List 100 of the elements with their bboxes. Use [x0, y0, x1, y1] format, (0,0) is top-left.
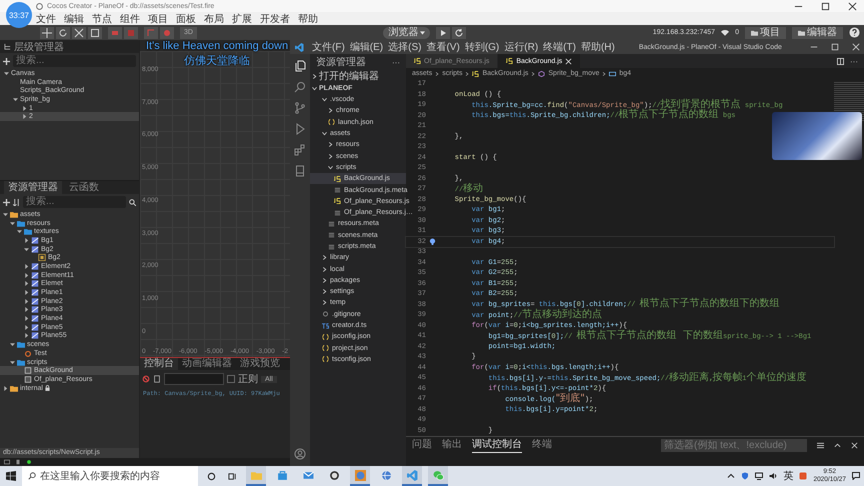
collapsed-arrow-icon[interactable]: [24, 324, 29, 330]
menu-item[interactable]: 组件: [120, 12, 140, 26]
source-control-icon[interactable]: [294, 102, 306, 114]
extensions-icon[interactable]: [294, 144, 306, 156]
close-icon[interactable]: [848, 2, 857, 10]
notification-icon[interactable]: [852, 472, 860, 480]
menu-item[interactable]: 布局: [204, 12, 224, 26]
play-icon[interactable]: [436, 26, 450, 38]
taskbar-search-box[interactable]: 在这里输入你要搜索的内容: [22, 466, 198, 486]
collapsed-arrow-icon[interactable]: [24, 298, 29, 304]
menu-item[interactable]: 编辑(E): [350, 40, 384, 54]
trash-icon[interactable]: [15, 459, 21, 465]
collapsed-arrow-icon[interactable]: [24, 238, 29, 243]
help-icon[interactable]: [849, 27, 860, 38]
menu-item[interactable]: 帮助: [298, 12, 318, 26]
collapsed-arrow-icon[interactable]: [24, 272, 29, 278]
collapsed-arrow-icon[interactable]: [24, 290, 29, 296]
list-icon[interactable]: [817, 442, 824, 448]
circle-tile-icon[interactable]: [354, 470, 366, 480]
rect-tool-icon[interactable]: [88, 26, 102, 38]
panel-tab[interactable]: 动画编辑器: [178, 358, 236, 370]
search-icon[interactable]: [129, 198, 136, 206]
filter-field[interactable]: 筛选器(例如 text、!exclude): [661, 438, 807, 452]
book-icon[interactable]: [294, 165, 306, 177]
clock-icon[interactable]: [328, 470, 340, 480]
panel-tab[interactable]: 输出: [442, 438, 462, 452]
scale-tool-icon[interactable]: [72, 26, 86, 38]
sort-icon[interactable]: [13, 198, 20, 206]
task-view-icon[interactable]: [228, 472, 237, 480]
filter-field[interactable]: [164, 373, 224, 385]
expanded-arrow-icon[interactable]: [10, 342, 15, 348]
menu-item[interactable]: 帮助(H): [580, 40, 615, 54]
menu-item[interactable]: 文件: [36, 12, 56, 26]
collapsed-arrow-icon[interactable]: [22, 106, 27, 111]
menu-item[interactable]: 查看(V): [426, 40, 460, 54]
app-tray-icon[interactable]: [799, 472, 808, 480]
collapsed-arrow-icon[interactable]: [24, 333, 29, 338]
open-folder-button[interactable]: 项目: [745, 26, 786, 38]
shield-icon[interactable]: [741, 472, 750, 480]
menu-item[interactable]: 面板: [176, 12, 196, 26]
collapsed-arrow-icon[interactable]: [3, 386, 8, 391]
menu-item[interactable]: 扩展: [232, 12, 252, 26]
expanded-arrow-icon[interactable]: [17, 229, 22, 234]
panel-tab[interactable]: 控制台: [140, 358, 178, 370]
speaker-icon[interactable]: [769, 472, 778, 480]
clear-icon[interactable]: [142, 375, 150, 383]
panel-tab[interactable]: 调试控制台: [472, 438, 522, 452]
layout-icon[interactable]: [4, 459, 10, 465]
document-icon[interactable]: [153, 375, 161, 383]
platform-dropdown[interactable]: 浏览器: [383, 26, 430, 38]
menu-item[interactable]: 选择(S): [388, 40, 422, 54]
files-icon[interactable]: [294, 60, 306, 72]
expanded-arrow-icon[interactable]: [24, 246, 29, 252]
regex-checkbox[interactable]: [227, 375, 235, 383]
open-folder-button[interactable]: 编辑器: [792, 26, 843, 38]
network-icon[interactable]: [755, 472, 764, 480]
expanded-arrow-icon[interactable]: [3, 212, 8, 217]
menu-item[interactable]: 终端(T): [543, 40, 576, 54]
expanded-arrow-icon[interactable]: [4, 70, 9, 76]
chevron-up-icon[interactable]: [727, 472, 736, 480]
envelope-icon[interactable]: [302, 470, 314, 480]
collapsed-arrow-icon[interactable]: [24, 281, 29, 286]
rotate-tool-icon[interactable]: [56, 26, 70, 38]
add-icon[interactable]: [3, 58, 10, 64]
expanded-arrow-icon[interactable]: [10, 220, 15, 226]
panel-tab[interactable]: 问题: [412, 438, 432, 452]
menu-item[interactable]: 开发者: [260, 12, 290, 26]
panel-tab[interactable]: 终端: [532, 438, 552, 452]
menu-item[interactable]: 项目: [148, 12, 168, 26]
expanded-arrow-icon[interactable]: [13, 96, 18, 102]
menu-item[interactable]: 节点: [92, 12, 112, 26]
collapsed-arrow-icon[interactable]: [24, 316, 29, 322]
section-header[interactable]: 打开的编辑器: [319, 69, 379, 83]
refresh-icon[interactable]: [452, 26, 466, 38]
globe-icon[interactable]: [380, 470, 392, 480]
input-method-indicator[interactable]: 英: [783, 469, 794, 483]
menu-item[interactable]: 编辑: [64, 12, 84, 26]
taskbar-search-field[interactable]: 在这里输入你要搜索的内容: [40, 469, 190, 483]
search-field[interactable]: 搜索...: [13, 55, 136, 67]
collapsed-arrow-icon[interactable]: [24, 264, 29, 269]
panel-tab[interactable]: 云函数: [65, 181, 103, 194]
more-actions-button[interactable]: ···: [392, 58, 400, 66]
search-field[interactable]: 搜索...: [23, 196, 126, 208]
account-icon[interactable]: [294, 448, 306, 460]
menu-item[interactable]: 转到(G): [464, 40, 500, 54]
cortana-icon[interactable]: [207, 472, 216, 480]
shopping-bag-icon[interactable]: [276, 470, 288, 480]
run-debug-icon[interactable]: [294, 123, 306, 135]
menu-item[interactable]: 文件(F): [312, 40, 345, 54]
panel-tab[interactable]: 资源管理器: [4, 181, 62, 194]
expanded-arrow-icon[interactable]: [10, 360, 15, 365]
split-editor-icon[interactable]: [837, 58, 844, 64]
windows-start-icon[interactable]: [6, 471, 16, 481]
move-tool-icon[interactable]: [40, 26, 54, 38]
collapsed-arrow-icon[interactable]: [24, 307, 29, 312]
add-icon[interactable]: [3, 198, 10, 206]
chevron-up-icon[interactable]: [834, 442, 841, 448]
more-actions-button[interactable]: ···: [850, 56, 858, 66]
menu-item[interactable]: 运行(R): [504, 40, 538, 54]
maximize-icon[interactable]: [821, 2, 830, 10]
